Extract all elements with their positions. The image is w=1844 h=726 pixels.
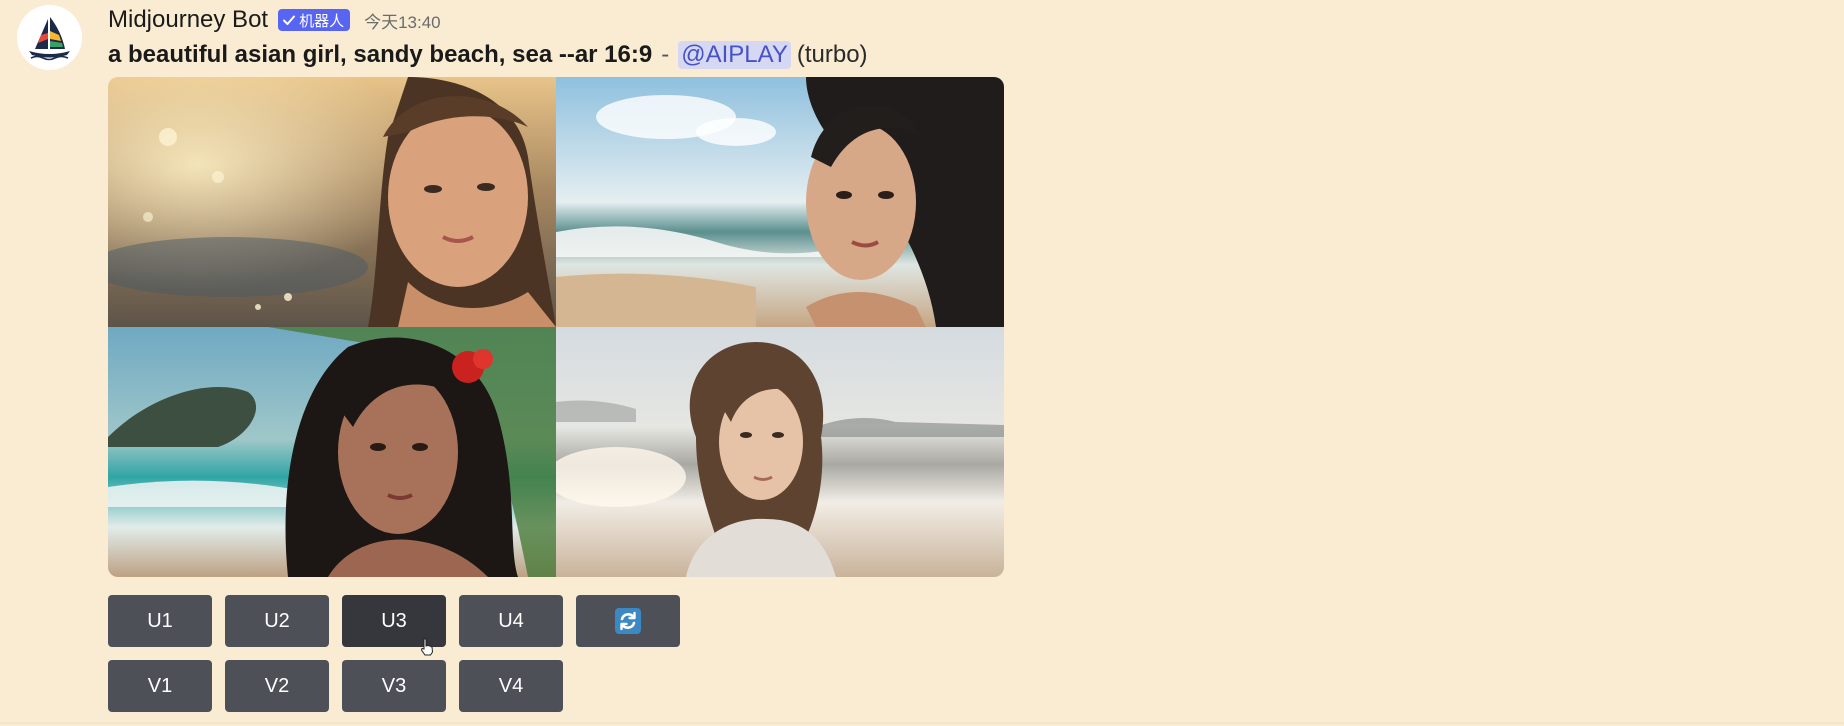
variation-1-button[interactable]: V1 [108,660,212,712]
user-mention[interactable]: @AIPLAY [678,41,791,69]
portrait-image-4 [556,327,1004,577]
variation-row: V1 V2 V3 V4 [108,660,680,712]
portrait-image-3 [108,327,556,577]
portrait-image-1 [108,77,556,327]
bot-avatar[interactable] [17,5,82,70]
sailboat-logo-icon [17,5,82,70]
hand-cursor-icon [420,638,434,656]
prompt-separator: - [661,41,670,68]
divider [0,722,1844,724]
grid-image-3[interactable] [108,327,556,577]
refresh-icon [615,608,641,634]
reroll-button[interactable] [576,595,680,647]
action-buttons: U1 U2 U3 U4 V1 V2 V3 V4 [108,595,680,725]
upscale-row: U1 U2 U3 U4 [108,595,680,647]
upscale-2-button[interactable]: U2 [225,595,329,647]
chat-message: Midjourney Bot 机器人 今天13:40 a beautiful a… [0,0,1844,726]
generation-mode: (turbo) [796,41,868,68]
grid-image-1[interactable] [108,77,556,327]
variation-3-button[interactable]: V3 [342,660,446,712]
upscale-4-button[interactable]: U4 [459,595,563,647]
grid-image-4[interactable] [556,327,1004,577]
portrait-image-2 [556,77,1004,327]
prompt-line: a beautiful asian girl, sandy beach, sea… [108,38,868,72]
bot-badge: 机器人 [278,9,351,31]
message-header: Midjourney Bot 机器人 今天13:40 [108,4,441,36]
image-grid[interactable] [108,77,1004,577]
verified-check-icon [283,15,296,25]
author-name[interactable]: Midjourney Bot [108,6,268,34]
upscale-1-button[interactable]: U1 [108,595,212,647]
prompt-text: a beautiful asian girl, sandy beach, sea… [108,41,653,68]
bot-badge-label: 机器人 [299,12,345,30]
variation-2-button[interactable]: V2 [225,660,329,712]
grid-image-2[interactable] [556,77,1004,327]
variation-4-button[interactable]: V4 [459,660,563,712]
message-timestamp: 今天13:40 [364,12,441,32]
